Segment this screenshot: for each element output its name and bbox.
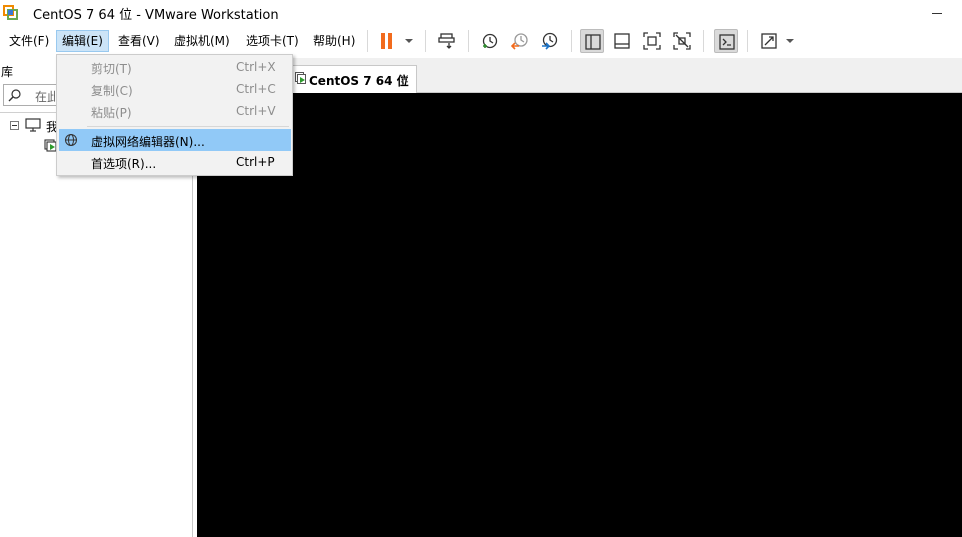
thumbnail-bar-button[interactable]	[610, 29, 634, 53]
menu-item-paste-label: 粘贴(P)	[91, 106, 132, 120]
menu-item-copy-shortcut: Ctrl+C	[236, 82, 276, 96]
menu-vm[interactable]: 虚拟机(M)	[169, 30, 235, 52]
menu-item-virtual-network-editor[interactable]: 虚拟网络编辑器(N)...	[59, 129, 291, 151]
close-icon[interactable]: ×	[399, 72, 410, 87]
window-title: CentOS 7 64 位 - VMware Workstation	[33, 8, 279, 23]
vm-running-icon	[295, 72, 306, 84]
console-view-icon	[719, 34, 735, 50]
pause-icon	[381, 33, 392, 49]
snapshot-button[interactable]	[478, 29, 502, 53]
tree-collapse-toggle[interactable]	[10, 121, 19, 130]
library-view-button[interactable]	[580, 29, 604, 53]
snapshot-icon	[482, 33, 498, 49]
fullscreen-button[interactable]	[640, 29, 664, 53]
menu-edit[interactable]: 编辑(E)	[56, 30, 109, 52]
revert-snapshot-icon	[511, 33, 528, 50]
snapshot-manager-icon	[542, 32, 558, 50]
library-view-icon	[585, 34, 601, 50]
menu-toolbar-bar: 文件(F) 编辑(E) 查看(V) 虚拟机(M) 选项卡(T) 帮助(H)	[0, 25, 962, 56]
menu-item-virtual-network-editor-label: 虚拟网络编辑器(N)...	[91, 135, 205, 149]
computer-icon	[25, 118, 41, 132]
send-ctrl-alt-del-button[interactable]	[435, 29, 459, 53]
pause-button[interactable]	[375, 29, 399, 53]
menu-item-cut[interactable]: 剪切(T) Ctrl+X	[59, 56, 291, 78]
toolbar-separator	[747, 30, 748, 52]
menu-item-copy[interactable]: 复制(C) Ctrl+C	[59, 78, 291, 100]
toolbar-separator	[571, 30, 572, 52]
library-title: 库	[1, 65, 14, 79]
search-icon	[8, 89, 21, 102]
toolbar-separator	[425, 30, 426, 52]
menu-tabs[interactable]: 选项卡(T)	[241, 30, 304, 52]
snapshot-manager-button[interactable]	[538, 29, 562, 53]
menu-help[interactable]: 帮助(H)	[308, 30, 360, 52]
tab-centos[interactable]: CentOS 7 64 位 ×	[290, 65, 417, 93]
stretch-guest-button[interactable]	[757, 29, 781, 53]
menu-file[interactable]: 文件(F)	[4, 30, 54, 52]
minimize-icon[interactable]	[930, 6, 944, 20]
stretch-guest-icon	[761, 33, 777, 49]
library-search-placeholder: 在此	[35, 90, 55, 104]
toolbar-separator	[367, 30, 368, 52]
title-bar: CentOS 7 64 位 - VMware Workstation	[0, 0, 962, 25]
revert-snapshot-button[interactable]	[508, 29, 532, 53]
pause-dropdown-icon[interactable]	[405, 39, 413, 43]
menu-view[interactable]: 查看(V)	[113, 30, 165, 52]
menu-item-cut-shortcut: Ctrl+X	[236, 60, 276, 74]
send-ctrl-alt-del-icon	[438, 33, 455, 49]
menu-item-paste-shortcut: Ctrl+V	[236, 104, 276, 118]
toolbar-separator	[703, 30, 704, 52]
tab-label: CentOS 7 64 位	[309, 74, 409, 88]
menu-separator	[87, 126, 289, 127]
toolbar-separator	[468, 30, 469, 52]
menu-item-preferences-label: 首选项(R)...	[91, 157, 157, 171]
menu-item-preferences[interactable]: 首选项(R)... Ctrl+P	[59, 151, 291, 173]
edit-menu-dropdown: 剪切(T) Ctrl+X 复制(C) Ctrl+C 粘贴(P) Ctrl+V 虚…	[56, 54, 293, 176]
fullscreen-icon	[643, 32, 661, 50]
vmware-logo-icon	[3, 5, 18, 20]
unity-button[interactable]	[670, 29, 694, 53]
menu-item-paste[interactable]: 粘贴(P) Ctrl+V	[59, 100, 291, 122]
network-globe-icon	[65, 134, 77, 146]
menu-item-cut-label: 剪切(T)	[91, 62, 132, 76]
thumbnail-bar-icon	[614, 33, 630, 49]
stretch-dropdown-icon[interactable]	[786, 39, 794, 43]
unity-icon	[673, 32, 691, 50]
menu-item-preferences-shortcut: Ctrl+P	[236, 155, 275, 169]
tab-bar: CentOS 7 64 位 ×	[197, 58, 962, 93]
vm-console[interactable]	[197, 93, 962, 537]
console-view-button[interactable]	[714, 29, 738, 53]
vmware-window: CentOS 7 64 位 - VMware Workstation 文件(F)…	[0, 0, 962, 537]
menu-item-copy-label: 复制(C)	[91, 84, 133, 98]
